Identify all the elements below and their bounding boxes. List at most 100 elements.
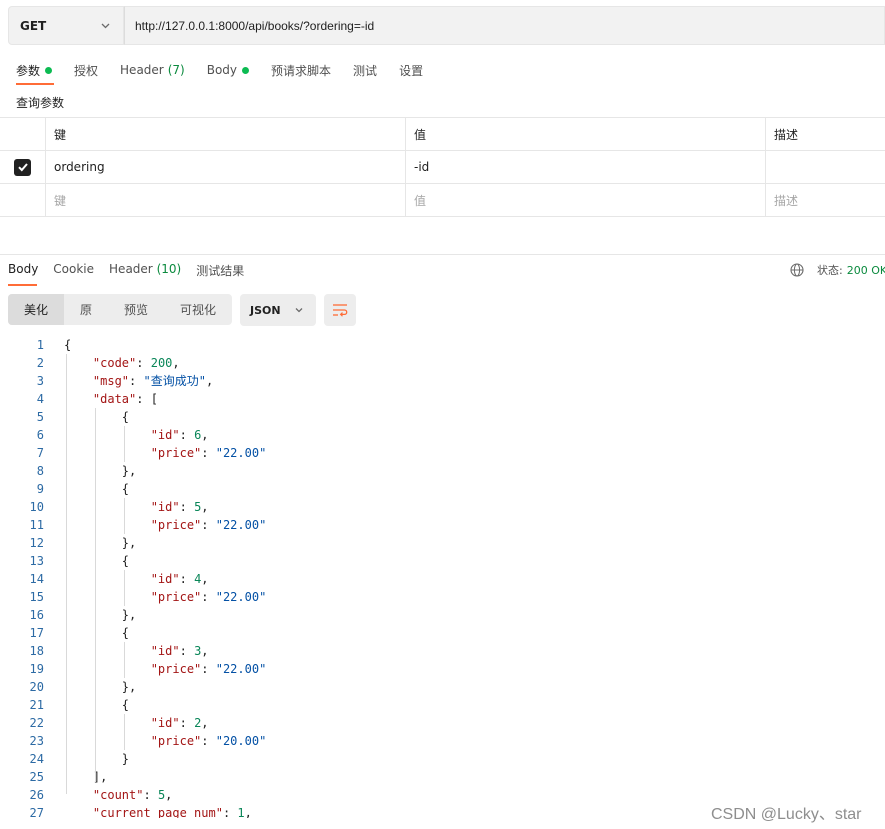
tab-response-headers-label: Header bbox=[109, 262, 153, 276]
tab-settings[interactable]: 设置 bbox=[399, 60, 423, 80]
url-input[interactable]: http://127.0.0.1:8000/api/books/?orderin… bbox=[124, 6, 885, 45]
indent-guide bbox=[124, 498, 125, 534]
code-text: "code": 200, bbox=[92, 356, 180, 370]
code-line: 6 "id": 6, bbox=[0, 426, 885, 444]
code-text: "id": 4, bbox=[150, 572, 209, 586]
indent-guide bbox=[124, 426, 125, 462]
view-pretty[interactable]: 美化 bbox=[8, 294, 64, 325]
line-number: 22 bbox=[29, 716, 44, 730]
params-table: 键 值 描述 ordering -id 键 值 描述 bbox=[0, 117, 885, 217]
response-body-editor[interactable]: 1{2 "code": 200, 3 "msg": "查询成功", 4 "data"… bbox=[0, 336, 885, 818]
wrap-lines-icon bbox=[333, 304, 348, 317]
code-line: 8 }, bbox=[0, 462, 885, 480]
code-text: "count": 5, bbox=[92, 788, 173, 802]
tab-response-cookie[interactable]: Cookie bbox=[53, 262, 94, 279]
view-raw[interactable]: 原 bbox=[64, 294, 108, 325]
code-text: { bbox=[64, 626, 130, 640]
tab-headers[interactable]: Header (7) bbox=[120, 60, 185, 80]
param-checkbox[interactable] bbox=[14, 158, 31, 176]
tab-response-headers[interactable]: Header (10) bbox=[109, 262, 181, 279]
line-number: 1 bbox=[36, 338, 44, 352]
code-text: }, bbox=[64, 608, 137, 622]
response-headers-count: (10) bbox=[156, 262, 182, 276]
view-visualize[interactable]: 可视化 bbox=[164, 294, 232, 325]
code-line: 22 "id": 2, bbox=[0, 714, 885, 732]
line-number: 12 bbox=[29, 536, 44, 550]
line-number: 11 bbox=[29, 518, 44, 532]
new-description-input[interactable]: 描述 bbox=[766, 184, 885, 216]
new-check-cell bbox=[0, 184, 46, 216]
code-line: 10 "id": 5, bbox=[0, 498, 885, 516]
indent-guide bbox=[124, 570, 125, 606]
status-code[interactable]: 200 OK bbox=[847, 264, 885, 277]
param-description-field[interactable] bbox=[766, 151, 885, 183]
code-line: 18 "id": 3, bbox=[0, 642, 885, 660]
tab-auth-label: 授权 bbox=[74, 63, 99, 78]
view-preview[interactable]: 预览 bbox=[108, 294, 164, 325]
code-text: { bbox=[64, 698, 130, 712]
code-text: }, bbox=[64, 680, 137, 694]
line-number: 26 bbox=[29, 788, 44, 802]
tab-body[interactable]: Body bbox=[206, 60, 250, 80]
code-line: 23 "price": "20.00" bbox=[0, 732, 885, 750]
tab-settings-label: 设置 bbox=[399, 63, 424, 78]
tab-auth[interactable]: 授权 bbox=[74, 60, 98, 80]
status-label: 状态: bbox=[817, 264, 843, 277]
code-line: 20 }, bbox=[0, 678, 885, 696]
new-value-input[interactable]: 值 bbox=[406, 184, 766, 216]
indent-guide bbox=[124, 642, 125, 678]
response-tab-indicator bbox=[8, 284, 37, 286]
tab-pre-request-script-label: 预请求脚本 bbox=[271, 63, 332, 78]
code-text: { bbox=[64, 338, 72, 352]
globe-icon[interactable] bbox=[790, 263, 804, 277]
param-value-field[interactable]: -id bbox=[406, 151, 766, 183]
code-line: 4 "data": [ bbox=[0, 390, 885, 408]
tab-response-body[interactable]: Body bbox=[8, 262, 38, 279]
tab-tests[interactable]: 测试 bbox=[353, 60, 377, 80]
request-bar: GET http://127.0.0.1:8000/api/books/?ord… bbox=[8, 6, 885, 45]
pane-divider[interactable] bbox=[0, 254, 885, 255]
header-key: 键 bbox=[46, 118, 406, 150]
param-check-cell bbox=[0, 151, 46, 183]
param-key-field[interactable]: ordering bbox=[46, 151, 406, 183]
url-text: http://127.0.0.1:8000/api/books/?orderin… bbox=[135, 18, 375, 33]
wrap-lines-button[interactable] bbox=[324, 294, 356, 326]
line-number: 13 bbox=[29, 554, 44, 568]
code-text: "id": 3, bbox=[150, 644, 209, 658]
code-text: } bbox=[64, 752, 130, 766]
method-label: GET bbox=[20, 18, 47, 33]
code-line: 3 "msg": "查询成功", bbox=[0, 372, 885, 390]
code-text: }, bbox=[64, 536, 137, 550]
request-tabs: 参数 授权 Header (7) Body 预请求脚本 测试 设置 bbox=[16, 60, 445, 80]
line-number: 3 bbox=[36, 374, 44, 388]
tab-test-results[interactable]: 测试结果 bbox=[196, 262, 244, 279]
method-select[interactable]: GET bbox=[8, 6, 124, 45]
header-check-cell bbox=[0, 118, 46, 150]
code-text: { bbox=[64, 482, 130, 496]
headers-count: (7) bbox=[167, 63, 185, 77]
code-line: 25 ], bbox=[0, 768, 885, 786]
params-dot-icon bbox=[45, 66, 53, 74]
code-line: 2 "code": 200, bbox=[0, 354, 885, 372]
tab-params[interactable]: 参数 bbox=[16, 60, 53, 80]
chevron-down-icon bbox=[101, 23, 110, 29]
format-select[interactable]: JSON bbox=[240, 294, 316, 326]
new-key-input[interactable]: 键 bbox=[46, 184, 406, 216]
code-line: 21 { bbox=[0, 696, 885, 714]
body-dot-icon bbox=[242, 66, 250, 74]
indent-guide bbox=[124, 714, 125, 750]
tab-pre-request-script[interactable]: 预请求脚本 bbox=[271, 60, 331, 80]
line-number: 23 bbox=[29, 734, 44, 748]
line-number: 4 bbox=[36, 392, 44, 406]
params-header-row: 键 值 描述 bbox=[0, 118, 885, 151]
code-text: { bbox=[64, 410, 130, 424]
line-number: 16 bbox=[29, 608, 44, 622]
indent-guide bbox=[95, 408, 96, 782]
code-text: "id": 6, bbox=[150, 428, 209, 442]
tab-params-label: 参数 bbox=[16, 63, 41, 78]
line-number: 25 bbox=[29, 770, 44, 784]
code-text: "data": [ bbox=[92, 392, 158, 406]
line-number: 14 bbox=[29, 572, 44, 586]
tab-body-label: Body bbox=[206, 63, 238, 77]
line-number: 21 bbox=[29, 698, 44, 712]
